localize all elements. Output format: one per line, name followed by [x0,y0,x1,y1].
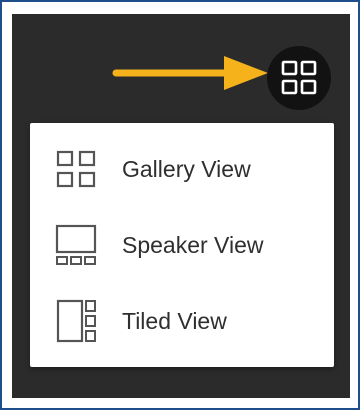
screenshot-frame: Gallery View Speaker View Tiled View [0,0,360,410]
menu-item-gallery-view[interactable]: Gallery View [30,133,334,205]
menu-item-label: Tiled View [122,307,227,334]
arrow-right-icon [112,56,268,90]
grid-view-icon [281,60,317,95]
menu-item-label: Speaker View [122,231,264,258]
speaker-view-icon [52,221,100,269]
tiled-view-icon [52,297,100,345]
menu-item-speaker-view[interactable]: Speaker View [30,209,334,281]
view-layout-button[interactable] [267,46,331,110]
menu-item-label: Gallery View [122,155,251,182]
menu-item-tiled-view[interactable]: Tiled View [30,285,334,357]
gallery-view-icon [52,145,100,193]
view-menu: Gallery View Speaker View Tiled View [30,123,334,367]
